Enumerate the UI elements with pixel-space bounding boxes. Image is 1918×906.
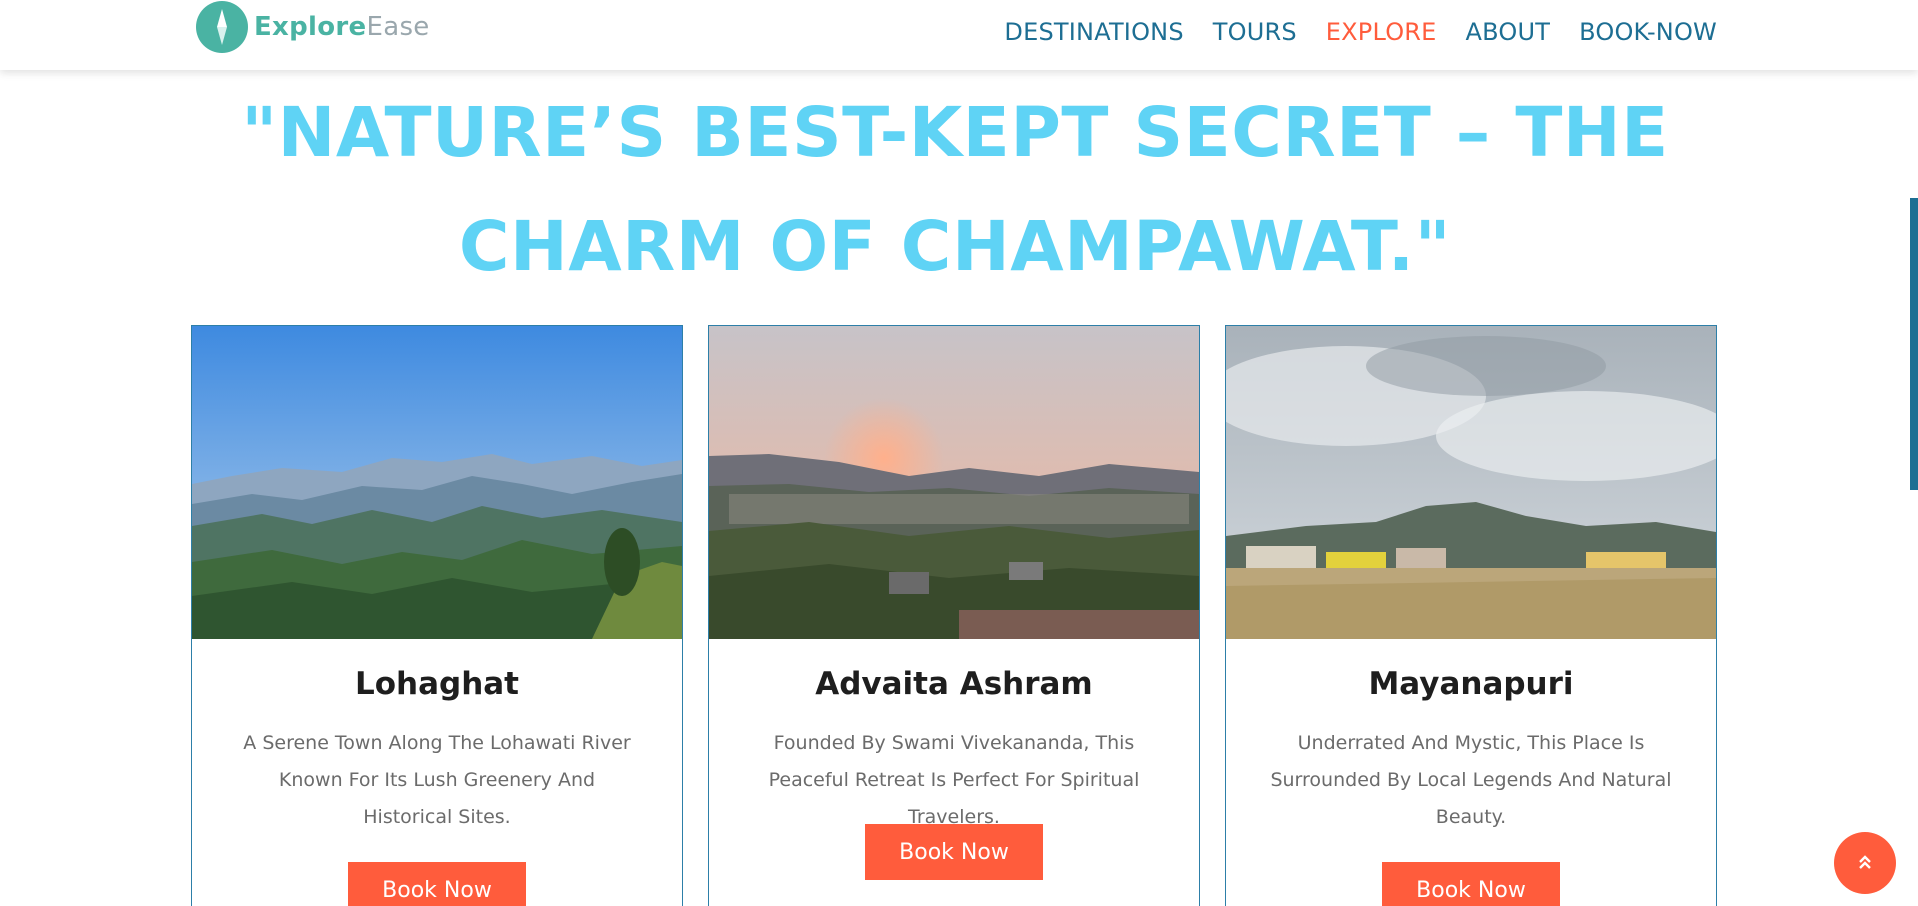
site-logo[interactable]: ExploreEase — [196, 1, 430, 53]
site-header: ExploreEase DESTINATIONS TOURS EXPLORE A… — [0, 0, 1918, 70]
scrollbar-thumb[interactable] — [1910, 198, 1918, 490]
card-title: Lohaghat — [354, 666, 520, 702]
logo-text-secondary: Ease — [366, 12, 430, 42]
destination-card-advaita-ashram: Advaita Ashram Founded By Swami Vivekana… — [708, 325, 1200, 906]
nav-tours[interactable]: TOURS — [1213, 16, 1297, 48]
lohaghat-photo — [192, 326, 682, 639]
card-title: Advaita Ashram — [815, 666, 1093, 702]
hero-quote: "NATURE’S BEST-KEPT SECRET – THE CHARM O… — [190, 76, 1720, 304]
compass-icon — [196, 1, 248, 53]
mayanapuri-photo — [1226, 326, 1716, 639]
book-now-button[interactable]: Book Now — [865, 824, 1043, 880]
destination-card-mayanapuri: Mayanapuri Underrated And Mystic, This P… — [1225, 325, 1717, 906]
card-title: Mayanapuri — [1368, 666, 1574, 702]
card-description: Underrated And Mystic, This Place Is Sur… — [1270, 732, 1672, 828]
nav-explore[interactable]: EXPLORE — [1326, 16, 1437, 48]
hero-quote-line-1: "NATURE’S BEST-KEPT SECRET – THE — [241, 93, 1669, 173]
logo-text-primary: Explore — [254, 12, 367, 42]
book-now-button[interactable]: Book Now — [1382, 862, 1560, 906]
book-now-button[interactable]: Book Now — [348, 862, 526, 906]
main-nav: DESTINATIONS TOURS EXPLORE ABOUT BOOK-NO… — [1004, 16, 1717, 48]
card-description: Founded By Swami Vivekananda, This Peace… — [768, 732, 1140, 828]
nav-destinations[interactable]: DESTINATIONS — [1004, 16, 1183, 48]
double-chevron-up-icon — [1856, 853, 1874, 874]
nav-book-now[interactable]: BOOK-NOW — [1579, 16, 1717, 48]
advaita-ashram-photo — [709, 326, 1199, 639]
back-to-top-button[interactable] — [1834, 832, 1896, 894]
card-description: A Serene Town Along The Lohawati River K… — [243, 732, 631, 828]
hero-quote-line-2: CHARM OF CHAMPAWAT." — [458, 207, 1452, 287]
nav-about[interactable]: ABOUT — [1466, 16, 1551, 48]
logo-text: ExploreEase — [254, 12, 430, 42]
destination-card-lohaghat: Lohaghat A Serene Town Along The Lohawat… — [191, 325, 683, 906]
